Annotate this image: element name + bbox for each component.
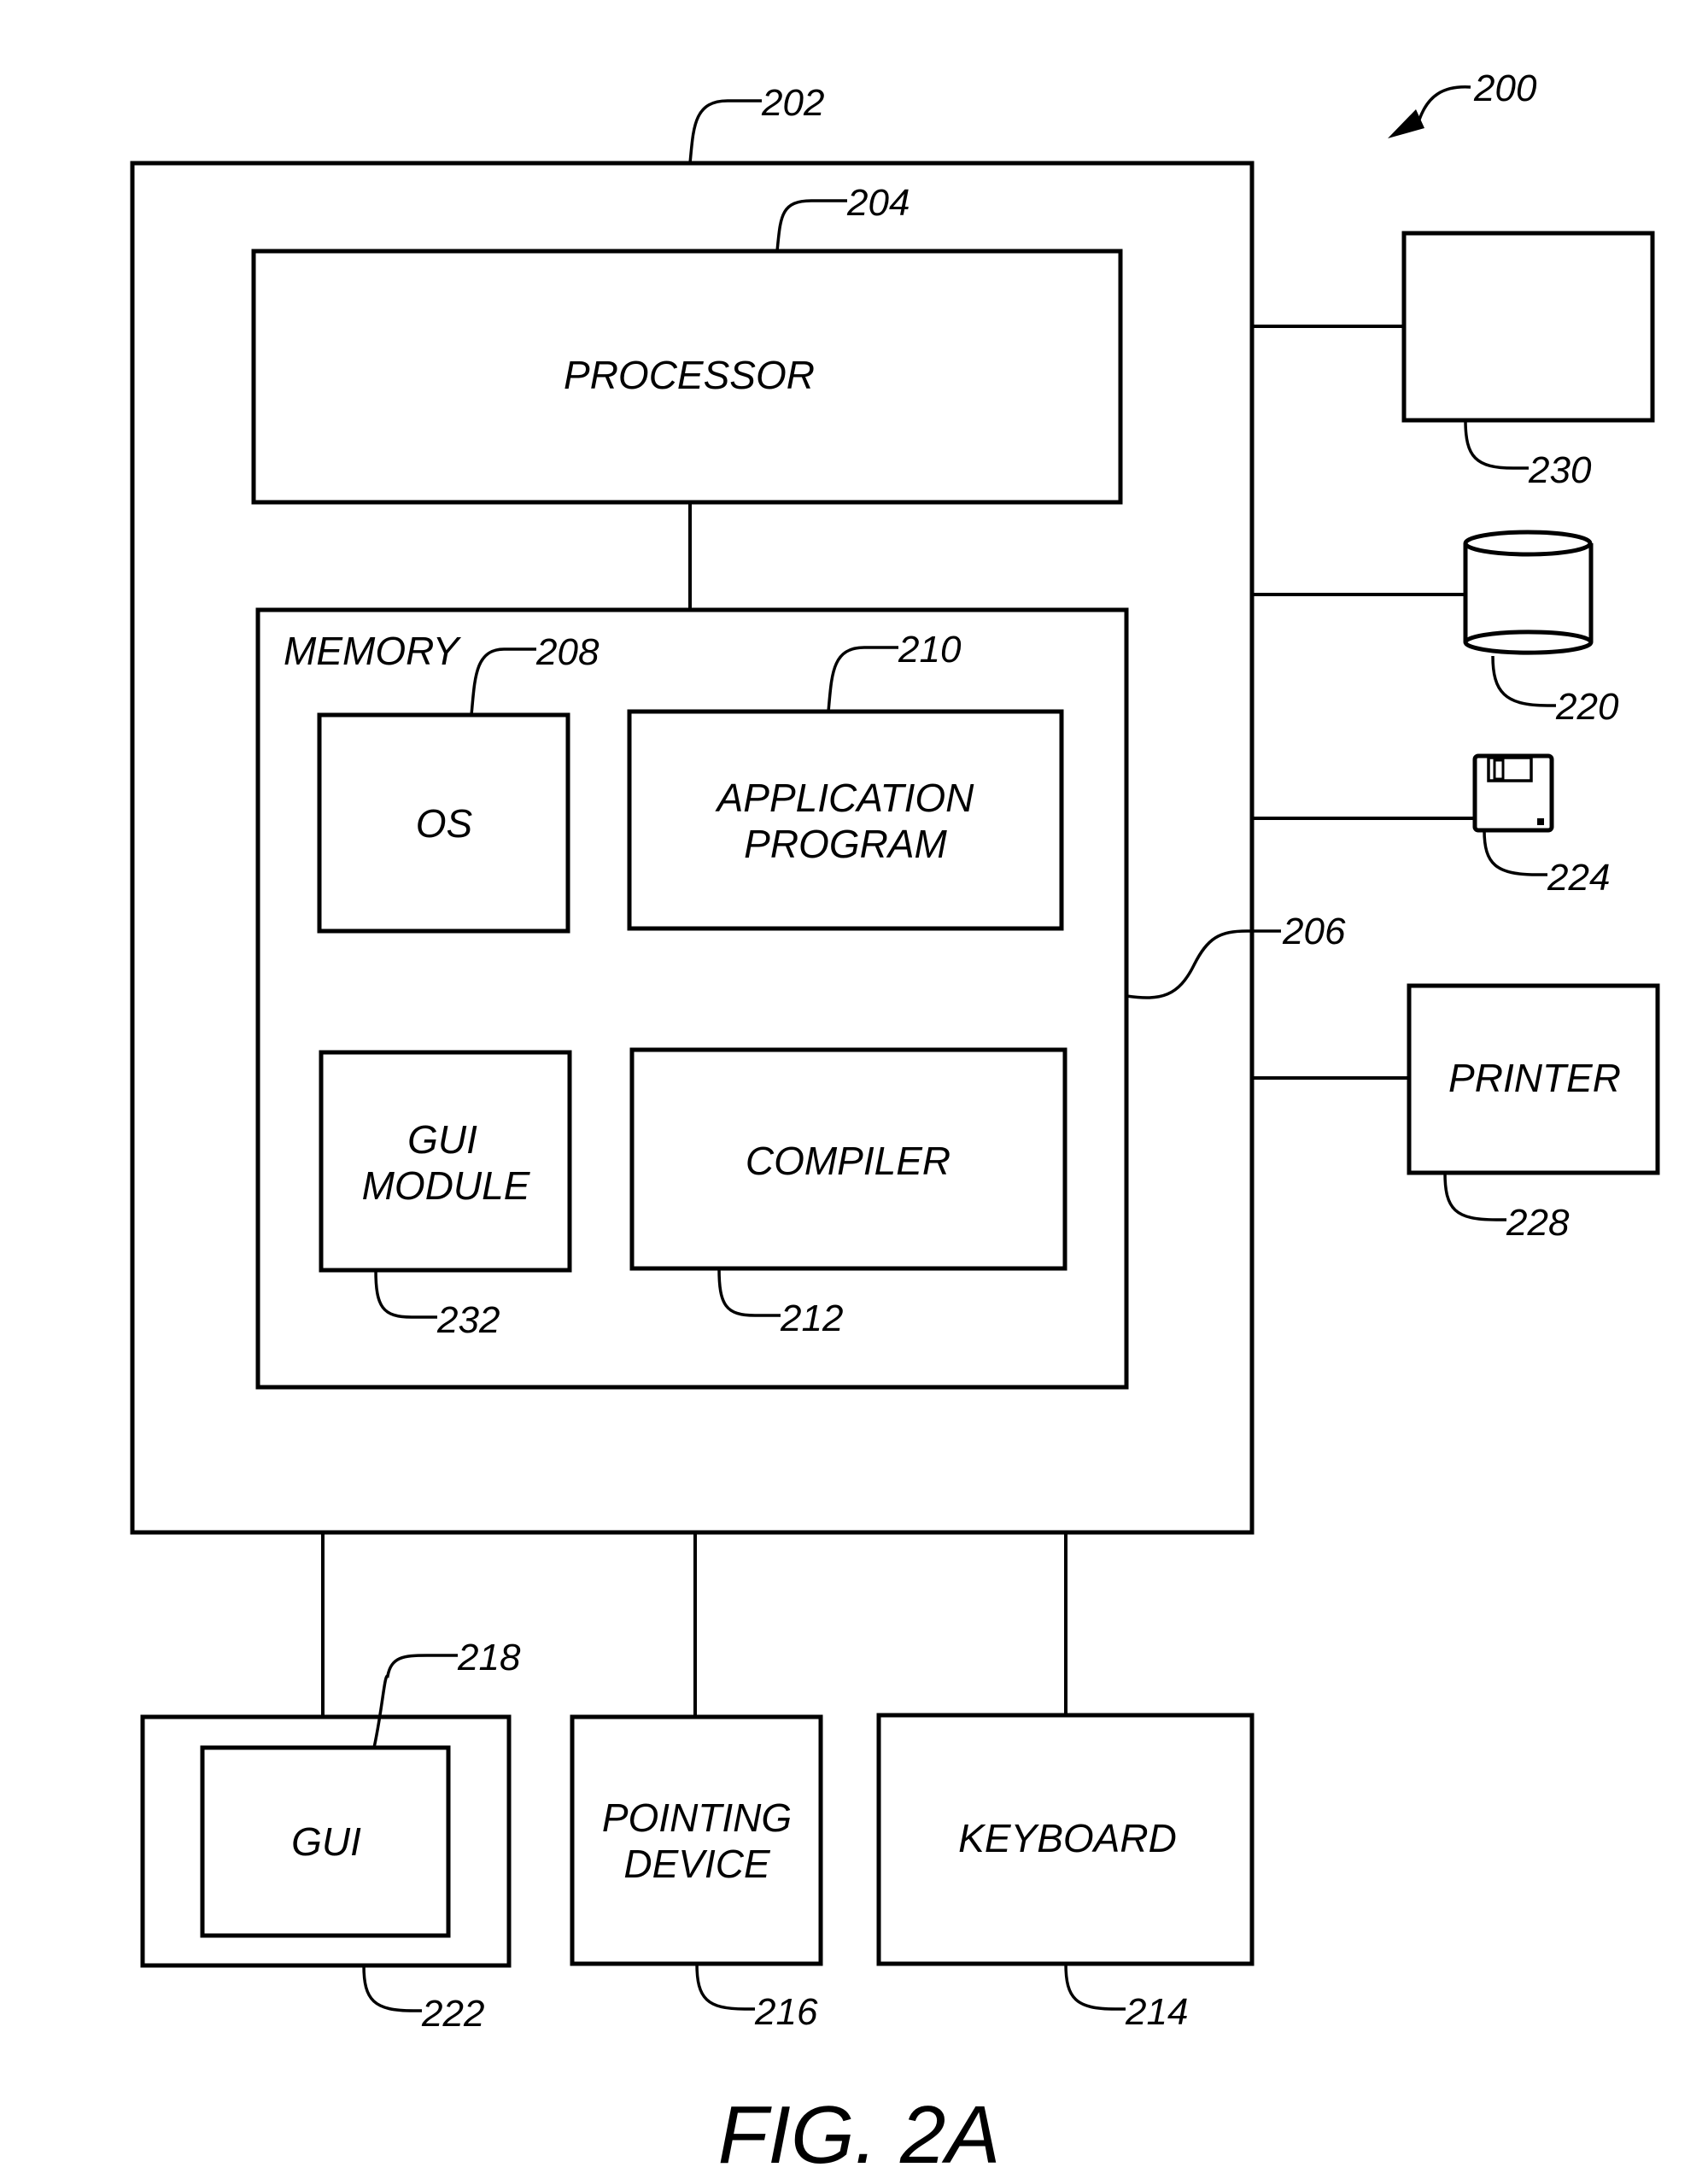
ref-202: 202 xyxy=(761,82,824,124)
ref-222: 222 xyxy=(421,1993,484,2035)
ref-230: 230 xyxy=(1528,449,1592,491)
application-label-line2: PROGRAM xyxy=(744,822,947,866)
keyboard-box: KEYBOARD 214 xyxy=(876,1713,1255,2033)
ref-214: 214 xyxy=(1125,1991,1188,2033)
memory-label: MEMORY xyxy=(284,629,462,673)
ref-212: 212 xyxy=(780,1297,843,1339)
pointing-device-box: POINTING DEVICE 216 xyxy=(570,1714,823,2033)
ref-232: 232 xyxy=(436,1299,500,1341)
system-reference: 200 xyxy=(1388,67,1537,138)
printer-box: PRINTER 228 xyxy=(1407,983,1660,1244)
ref-200: 200 xyxy=(1473,67,1537,109)
ref-210: 210 xyxy=(898,629,962,671)
compiler-label: COMPILER xyxy=(746,1139,951,1183)
display-box: GUI 218 222 xyxy=(140,1637,521,2035)
arrow-icon xyxy=(1388,109,1424,138)
processor-label: PROCESSOR xyxy=(564,353,815,397)
gui-label: GUI xyxy=(291,1819,361,1864)
figure-caption: FIG. 2A xyxy=(718,2089,1001,2179)
os-label: OS xyxy=(416,801,473,846)
keyboard-label: KEYBOARD xyxy=(958,1816,1177,1860)
printer-label: PRINTER xyxy=(1448,1056,1621,1100)
pointing-device-label-line1: POINTING xyxy=(602,1795,792,1840)
ref-218: 218 xyxy=(457,1637,521,1678)
floppy-disk-icon: 224 xyxy=(1472,753,1610,899)
gui-module-label-line1: GUI xyxy=(407,1117,477,1162)
ref-224: 224 xyxy=(1547,857,1610,899)
ref-220: 220 xyxy=(1555,686,1619,728)
memory-box: MEMORY OS 208 APPLICATION PROGRAM 210 GU… xyxy=(255,607,1129,1390)
ref-228: 228 xyxy=(1506,1202,1570,1244)
ref-208: 208 xyxy=(535,631,600,673)
gui-box: GUI xyxy=(200,1745,451,1938)
monitor-box: 230 xyxy=(1401,231,1655,491)
ref-204: 204 xyxy=(846,182,910,224)
ref-216: 216 xyxy=(754,1991,818,2033)
storage-drum-icon: 220 xyxy=(1463,530,1619,728)
pointing-device-label-line2: DEVICE xyxy=(623,1842,771,1886)
block-diagram: 200 202 PROCESSOR 204 MEMORY OS 208 APPL… xyxy=(130,67,1660,2179)
gui-module-label-line2: MODULE xyxy=(362,1163,531,1208)
application-label-line1: APPLICATION xyxy=(715,776,975,820)
ref-206: 206 xyxy=(1282,911,1346,952)
